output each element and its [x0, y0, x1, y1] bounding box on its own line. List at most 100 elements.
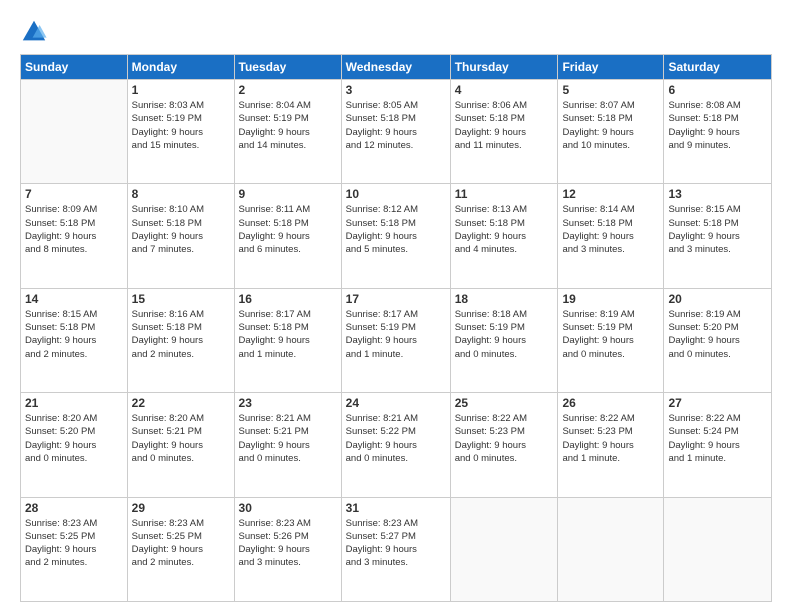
weekday-header-row: SundayMondayTuesdayWednesdayThursdayFrid… — [21, 55, 772, 80]
calendar-cell: 11 Sunrise: 8:13 AM Sunset: 5:18 PM Dayli… — [450, 184, 558, 288]
calendar-cell — [664, 497, 772, 601]
day-number: 23 — [239, 396, 337, 410]
calendar-cell: 19 Sunrise: 8:19 AM Sunset: 5:19 PM Dayli… — [558, 288, 664, 392]
day-detail: Sunrise: 8:15 AM Sunset: 5:18 PM Dayligh… — [668, 203, 767, 256]
calendar-cell: 18 Sunrise: 8:18 AM Sunset: 5:19 PM Dayli… — [450, 288, 558, 392]
calendar-cell: 29 Sunrise: 8:23 AM Sunset: 5:25 PM Dayli… — [127, 497, 234, 601]
day-number: 7 — [25, 187, 123, 201]
day-number: 10 — [346, 187, 446, 201]
calendar-cell: 3 Sunrise: 8:05 AM Sunset: 5:18 PM Daylig… — [341, 80, 450, 184]
calendar-cell — [558, 497, 664, 601]
calendar-cell: 31 Sunrise: 8:23 AM Sunset: 5:27 PM Dayli… — [341, 497, 450, 601]
day-number: 31 — [346, 501, 446, 515]
day-detail: Sunrise: 8:23 AM Sunset: 5:26 PM Dayligh… — [239, 517, 337, 570]
day-detail: Sunrise: 8:21 AM Sunset: 5:22 PM Dayligh… — [346, 412, 446, 465]
logo-icon — [20, 18, 48, 46]
day-number: 4 — [455, 83, 554, 97]
day-number: 22 — [132, 396, 230, 410]
weekday-header: Sunday — [21, 55, 128, 80]
day-detail: Sunrise: 8:08 AM Sunset: 5:18 PM Dayligh… — [668, 99, 767, 152]
day-detail: Sunrise: 8:18 AM Sunset: 5:19 PM Dayligh… — [455, 308, 554, 361]
calendar-table: SundayMondayTuesdayWednesdayThursdayFrid… — [20, 54, 772, 602]
weekday-header: Friday — [558, 55, 664, 80]
day-number: 3 — [346, 83, 446, 97]
calendar-cell: 2 Sunrise: 8:04 AM Sunset: 5:19 PM Daylig… — [234, 80, 341, 184]
week-row: 28 Sunrise: 8:23 AM Sunset: 5:25 PM Dayli… — [21, 497, 772, 601]
calendar-cell: 1 Sunrise: 8:03 AM Sunset: 5:19 PM Daylig… — [127, 80, 234, 184]
calendar-cell: 23 Sunrise: 8:21 AM Sunset: 5:21 PM Dayli… — [234, 393, 341, 497]
calendar-cell — [450, 497, 558, 601]
calendar-cell: 28 Sunrise: 8:23 AM Sunset: 5:25 PM Dayli… — [21, 497, 128, 601]
calendar-cell: 15 Sunrise: 8:16 AM Sunset: 5:18 PM Dayli… — [127, 288, 234, 392]
day-detail: Sunrise: 8:14 AM Sunset: 5:18 PM Dayligh… — [562, 203, 659, 256]
day-number: 29 — [132, 501, 230, 515]
calendar-cell — [21, 80, 128, 184]
calendar-cell: 7Sunrise: 8:09 AM Sunset: 5:18 PM Daylig… — [21, 184, 128, 288]
day-detail: Sunrise: 8:23 AM Sunset: 5:27 PM Dayligh… — [346, 517, 446, 570]
day-detail: Sunrise: 8:22 AM Sunset: 5:24 PM Dayligh… — [668, 412, 767, 465]
day-number: 12 — [562, 187, 659, 201]
calendar-cell: 10 Sunrise: 8:12 AM Sunset: 5:18 PM Dayli… — [341, 184, 450, 288]
calendar-cell: 8 Sunrise: 8:10 AM Sunset: 5:18 PM Daylig… — [127, 184, 234, 288]
calendar-cell: 14Sunrise: 8:15 AM Sunset: 5:18 PM Dayli… — [21, 288, 128, 392]
day-number: 17 — [346, 292, 446, 306]
calendar-cell: 4 Sunrise: 8:06 AM Sunset: 5:18 PM Daylig… — [450, 80, 558, 184]
day-number: 6 — [668, 83, 767, 97]
day-detail: Sunrise: 8:10 AM Sunset: 5:18 PM Dayligh… — [132, 203, 230, 256]
day-number: 26 — [562, 396, 659, 410]
day-detail: Sunrise: 8:13 AM Sunset: 5:18 PM Dayligh… — [455, 203, 554, 256]
calendar-cell: 25Sunrise: 8:22 AM Sunset: 5:23 PM Dayli… — [450, 393, 558, 497]
day-detail: Sunrise: 8:17 AM Sunset: 5:19 PM Dayligh… — [346, 308, 446, 361]
day-number: 19 — [562, 292, 659, 306]
day-detail: Sunrise: 8:04 AM Sunset: 5:19 PM Dayligh… — [239, 99, 337, 152]
day-detail: Sunrise: 8:22 AM Sunset: 5:23 PM Dayligh… — [455, 412, 554, 465]
day-number: 14 — [25, 292, 123, 306]
day-number: 18 — [455, 292, 554, 306]
weekday-header: Wednesday — [341, 55, 450, 80]
day-detail: Sunrise: 8:23 AM Sunset: 5:25 PM Dayligh… — [25, 517, 123, 570]
day-detail: Sunrise: 8:11 AM Sunset: 5:18 PM Dayligh… — [239, 203, 337, 256]
calendar-cell: 12 Sunrise: 8:14 AM Sunset: 5:18 PM Dayli… — [558, 184, 664, 288]
calendar-cell: 22Sunrise: 8:20 AM Sunset: 5:21 PM Dayli… — [127, 393, 234, 497]
day-number: 21 — [25, 396, 123, 410]
day-number: 24 — [346, 396, 446, 410]
day-detail: Sunrise: 8:21 AM Sunset: 5:21 PM Dayligh… — [239, 412, 337, 465]
week-row: 14Sunrise: 8:15 AM Sunset: 5:18 PM Dayli… — [21, 288, 772, 392]
day-number: 1 — [132, 83, 230, 97]
day-detail: Sunrise: 8:07 AM Sunset: 5:18 PM Dayligh… — [562, 99, 659, 152]
day-detail: Sunrise: 8:19 AM Sunset: 5:19 PM Dayligh… — [562, 308, 659, 361]
day-number: 30 — [239, 501, 337, 515]
header — [20, 18, 772, 46]
week-row: 1 Sunrise: 8:03 AM Sunset: 5:19 PM Daylig… — [21, 80, 772, 184]
day-number: 20 — [668, 292, 767, 306]
day-number: 28 — [25, 501, 123, 515]
day-number: 8 — [132, 187, 230, 201]
calendar-cell: 17 Sunrise: 8:17 AM Sunset: 5:19 PM Dayli… — [341, 288, 450, 392]
logo — [20, 18, 50, 46]
day-number: 27 — [668, 396, 767, 410]
calendar-cell: 20 Sunrise: 8:19 AM Sunset: 5:20 PM Dayli… — [664, 288, 772, 392]
day-detail: Sunrise: 8:12 AM Sunset: 5:18 PM Dayligh… — [346, 203, 446, 256]
calendar-cell: 16Sunrise: 8:17 AM Sunset: 5:18 PM Dayli… — [234, 288, 341, 392]
calendar-cell: 6 Sunrise: 8:08 AM Sunset: 5:18 PM Daylig… — [664, 80, 772, 184]
day-detail: Sunrise: 8:03 AM Sunset: 5:19 PM Dayligh… — [132, 99, 230, 152]
calendar-cell: 27 Sunrise: 8:22 AM Sunset: 5:24 PM Dayli… — [664, 393, 772, 497]
day-number: 9 — [239, 187, 337, 201]
day-detail: Sunrise: 8:19 AM Sunset: 5:20 PM Dayligh… — [668, 308, 767, 361]
day-detail: Sunrise: 8:06 AM Sunset: 5:18 PM Dayligh… — [455, 99, 554, 152]
page: SundayMondayTuesdayWednesdayThursdayFrid… — [0, 0, 792, 612]
weekday-header: Monday — [127, 55, 234, 80]
day-number: 5 — [562, 83, 659, 97]
weekday-header: Thursday — [450, 55, 558, 80]
day-detail: Sunrise: 8:16 AM Sunset: 5:18 PM Dayligh… — [132, 308, 230, 361]
calendar-cell: 24 Sunrise: 8:21 AM Sunset: 5:22 PM Dayli… — [341, 393, 450, 497]
weekday-header: Saturday — [664, 55, 772, 80]
day-detail: Sunrise: 8:22 AM Sunset: 5:23 PM Dayligh… — [562, 412, 659, 465]
day-detail: Sunrise: 8:23 AM Sunset: 5:25 PM Dayligh… — [132, 517, 230, 570]
day-number: 15 — [132, 292, 230, 306]
day-number: 11 — [455, 187, 554, 201]
day-number: 2 — [239, 83, 337, 97]
calendar-cell: 13 Sunrise: 8:15 AM Sunset: 5:18 PM Dayli… — [664, 184, 772, 288]
day-detail: Sunrise: 8:05 AM Sunset: 5:18 PM Dayligh… — [346, 99, 446, 152]
day-number: 13 — [668, 187, 767, 201]
